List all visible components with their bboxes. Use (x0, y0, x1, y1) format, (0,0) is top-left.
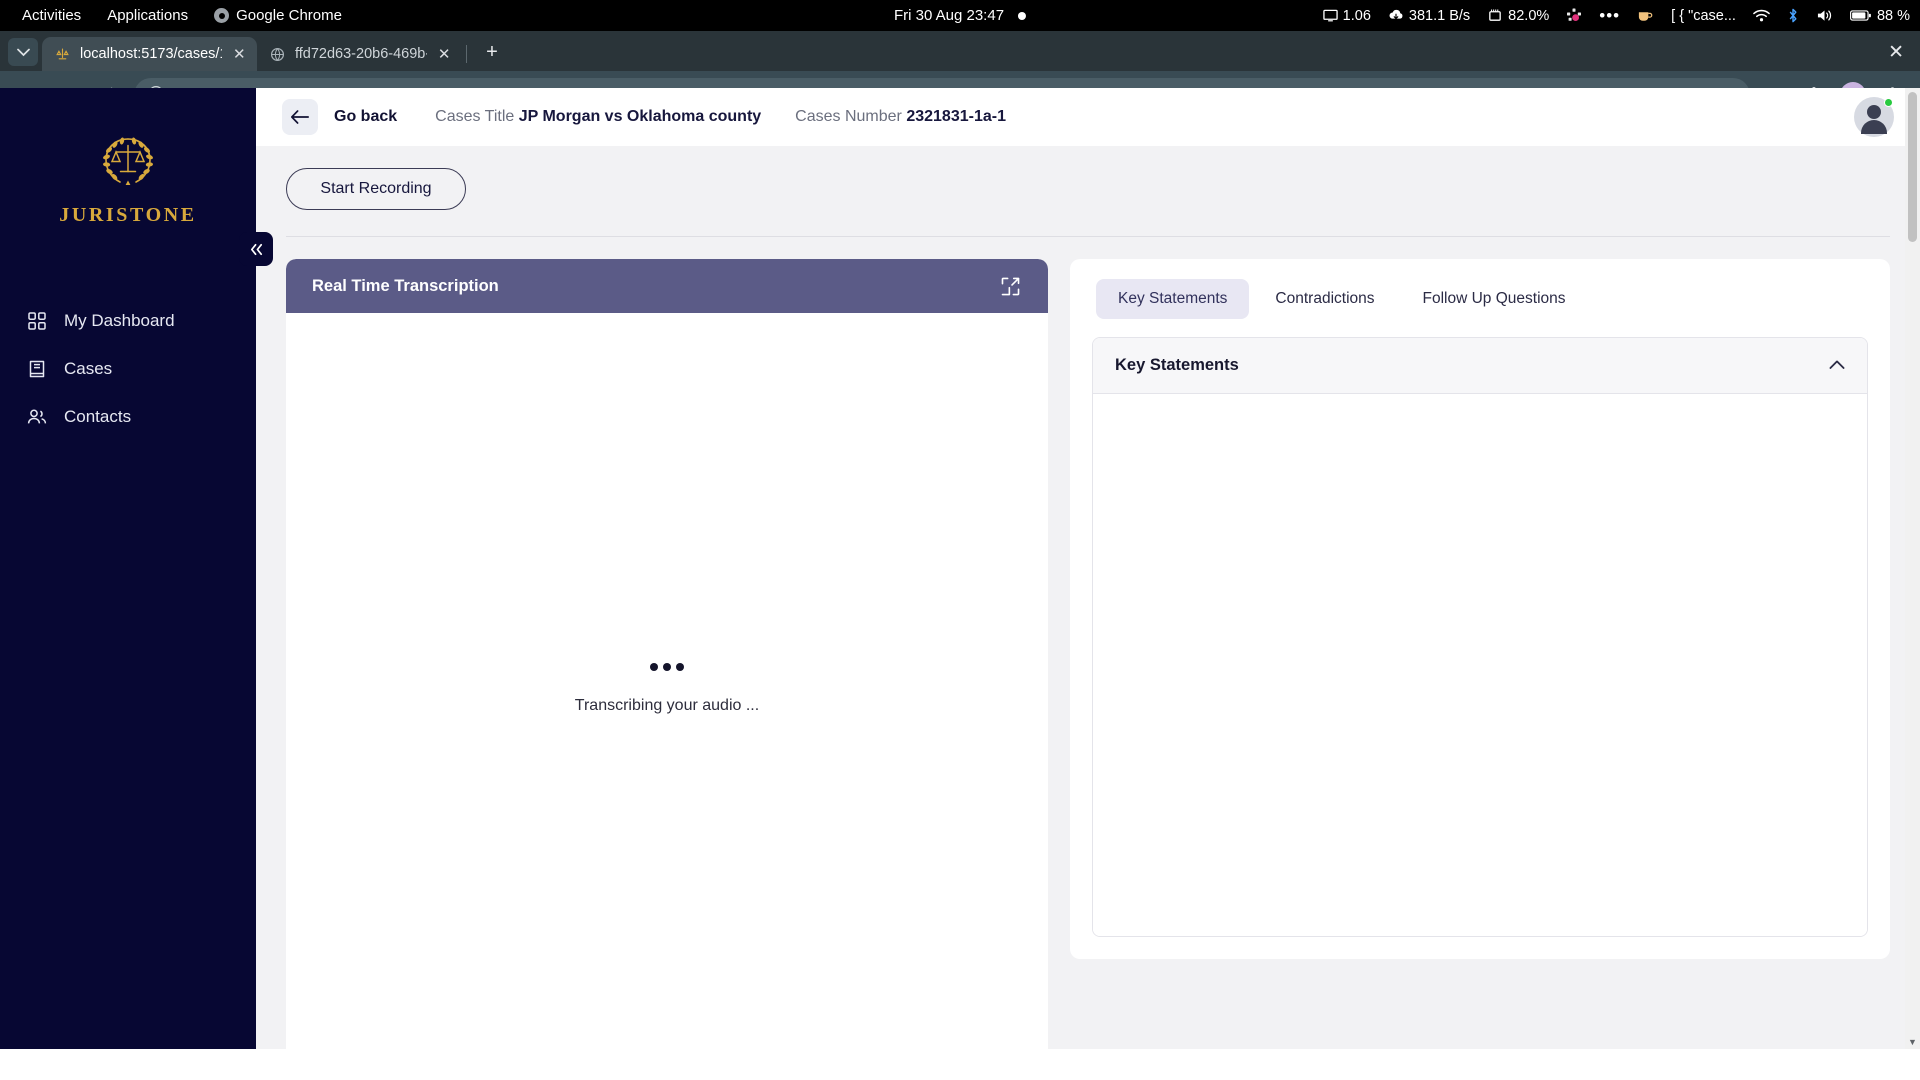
bracket-case-label: [ { "case... (1671, 7, 1736, 24)
insights-tab-bar: Key Statements Contradictions Follow Up … (1092, 275, 1868, 319)
scales-of-justice-wreath-logo (103, 137, 153, 185)
os-clock-area[interactable]: Fri 30 Aug 23:47 (893, 7, 1027, 24)
monitor-value: 1.06 (1342, 7, 1371, 24)
record-dot-icon (1018, 11, 1027, 20)
monitor-stat: 1.06 (1322, 7, 1371, 24)
three-dots-loading-icon (650, 663, 684, 671)
battery-label: 88 % (1876, 7, 1910, 24)
sidebar-nav: My Dashboard Cases Contacts (0, 297, 256, 441)
case-title-label: Cases Title (435, 108, 515, 125)
tab-contradictions[interactable]: Contradictions (1253, 279, 1396, 319)
cpu-value: 82.0% (1508, 7, 1550, 24)
scroll-down-arrow[interactable]: ▼ (1905, 1034, 1920, 1049)
clock-label: Fri 30 Aug 23:47 (893, 7, 1005, 24)
os-status-tray[interactable]: 1.06 381.1 B/s 82.0% ••• [ { "case... 88… (1322, 0, 1910, 31)
grid-dashboard-icon (26, 310, 48, 332)
network-value: 381.1 B/s (1408, 7, 1471, 24)
transcribing-status-text: Transcribing your audio ... (574, 697, 760, 714)
double-chevron-left-icon (250, 243, 262, 255)
browser-tab-title: localhost:5173/cases/1/liv (80, 46, 222, 62)
network-stat: 381.1 B/s (1388, 8, 1470, 24)
battery-indicator[interactable]: 88 % (1849, 7, 1910, 24)
accordion-title: Key Statements (1115, 356, 1239, 374)
sidebar-item-label: Cases (64, 359, 113, 378)
chrome-circle-icon (214, 8, 230, 23)
browser-tab-inactive[interactable]: ffd72d63-20b6-469b-89 ✕ (257, 37, 462, 71)
insights-panel: Key Statements Contradictions Follow Up … (1070, 259, 1890, 959)
color-palette-icon[interactable] (1566, 8, 1582, 24)
tea-cup-icon[interactable] (1637, 9, 1654, 23)
cloud-download-icon (1389, 9, 1403, 20)
people-contacts-icon (26, 406, 48, 428)
accordion-body (1093, 394, 1867, 936)
go-back-button[interactable] (282, 99, 318, 135)
sidebar-item-my-dashboard[interactable]: My Dashboard (0, 297, 256, 345)
sidebar-item-contacts[interactable]: Contacts (0, 393, 256, 441)
book-cases-icon (26, 358, 48, 380)
bracket-case-indicator[interactable]: [ { "case... (1671, 8, 1736, 24)
chevron-up-icon[interactable] (1829, 357, 1845, 374)
browser-tab-strip: localhost:5173/cases/1/liv ✕ ffd72d63-20… (0, 31, 1920, 71)
tab-divider (466, 45, 467, 63)
go-back-label: Go back (334, 108, 398, 125)
new-tab-button[interactable]: + (477, 37, 507, 67)
tab-key-statements[interactable]: Key Statements (1096, 279, 1250, 319)
app-sidebar: JURISTONE My Dashboard Cases Contacts (0, 88, 273, 1049)
os-top-bar: Activities Applications Google Chrome Fr… (0, 0, 1920, 31)
sidebar-item-label: Contacts (64, 407, 132, 426)
page-content: Start Recording Real Time Transcription … (256, 146, 1920, 1049)
online-status-dot (1884, 98, 1893, 107)
globe-icon (269, 46, 286, 63)
browser-tab-title: ffd72d63-20b6-469b-89 (295, 46, 427, 62)
arrow-left-icon (291, 110, 309, 124)
current-app-label: Google Chrome (236, 7, 342, 24)
case-title-group: Cases Title JP Morgan vs Oklahoma county (435, 108, 761, 126)
transcription-body: Transcribing your audio ... (286, 313, 1048, 1049)
applications-menu[interactable]: Applications (107, 7, 188, 24)
transcription-title: Real Time Transcription (312, 276, 499, 295)
applications-label: Applications (107, 7, 189, 24)
current-app-indicator[interactable]: Google Chrome (214, 7, 342, 24)
volume-icon[interactable] (1816, 8, 1833, 23)
app-header: Go back Cases Title JP Morgan vs Oklahom… (256, 88, 1920, 146)
app-logo-text: JURISTONE (59, 204, 197, 226)
key-statements-accordion: Key Statements (1092, 337, 1868, 937)
section-divider (286, 236, 1890, 237)
page-viewport: JURISTONE My Dashboard Cases Contacts Go… (0, 88, 1920, 1049)
close-icon[interactable]: ✕ (436, 45, 452, 63)
tab-search-button[interactable] (8, 38, 38, 66)
sidebar-item-label: My Dashboard (64, 311, 175, 330)
app-logo[interactable]: JURISTONE (0, 88, 256, 227)
main-column: Go back Cases Title JP Morgan vs Oklahom… (256, 88, 1920, 1049)
more-dots-icon[interactable]: ••• (1599, 7, 1620, 24)
page-scrollbar[interactable]: ▲ ▼ (1905, 88, 1920, 1049)
wifi-icon[interactable] (1753, 9, 1770, 23)
cpu-stat: 82.0% (1487, 8, 1549, 24)
accordion-header[interactable]: Key Statements (1093, 338, 1867, 394)
browser-tab-active[interactable]: localhost:5173/cases/1/liv ✕ (42, 37, 257, 71)
monitor-icon (1322, 9, 1338, 22)
case-title-value: JP Morgan vs Oklahoma county (518, 108, 762, 125)
tab-follow-up-questions[interactable]: Follow Up Questions (1401, 279, 1588, 319)
scrollbar-thumb[interactable] (1908, 92, 1917, 242)
activities-label: Activities (22, 7, 82, 24)
panels-row: Real Time Transcription Transcribing you… (286, 259, 1890, 1049)
sidebar-item-cases[interactable]: Cases (0, 345, 256, 393)
window-close-button[interactable]: ✕ (1888, 41, 1904, 64)
expand-external-icon[interactable] (998, 274, 1022, 298)
start-recording-button[interactable]: Start Recording (286, 168, 466, 210)
cpu-chip-icon (1489, 9, 1501, 21)
juristone-favicon (54, 46, 71, 63)
transcription-header: Real Time Transcription (286, 259, 1048, 313)
user-avatar[interactable] (1854, 97, 1894, 137)
bluetooth-icon[interactable] (1787, 8, 1799, 23)
close-icon[interactable]: ✕ (231, 45, 247, 63)
sidebar-collapse-button[interactable] (239, 232, 273, 266)
case-number-group: Cases Number 2321831-1a-1 (795, 108, 1006, 126)
battery-icon (1849, 10, 1871, 21)
activities-button[interactable]: Activities (22, 7, 81, 24)
case-number-label: Cases Number (795, 108, 902, 125)
case-number-value: 2321831-1a-1 (906, 108, 1006, 125)
real-time-transcription-panel: Real Time Transcription Transcribing you… (286, 259, 1048, 1049)
